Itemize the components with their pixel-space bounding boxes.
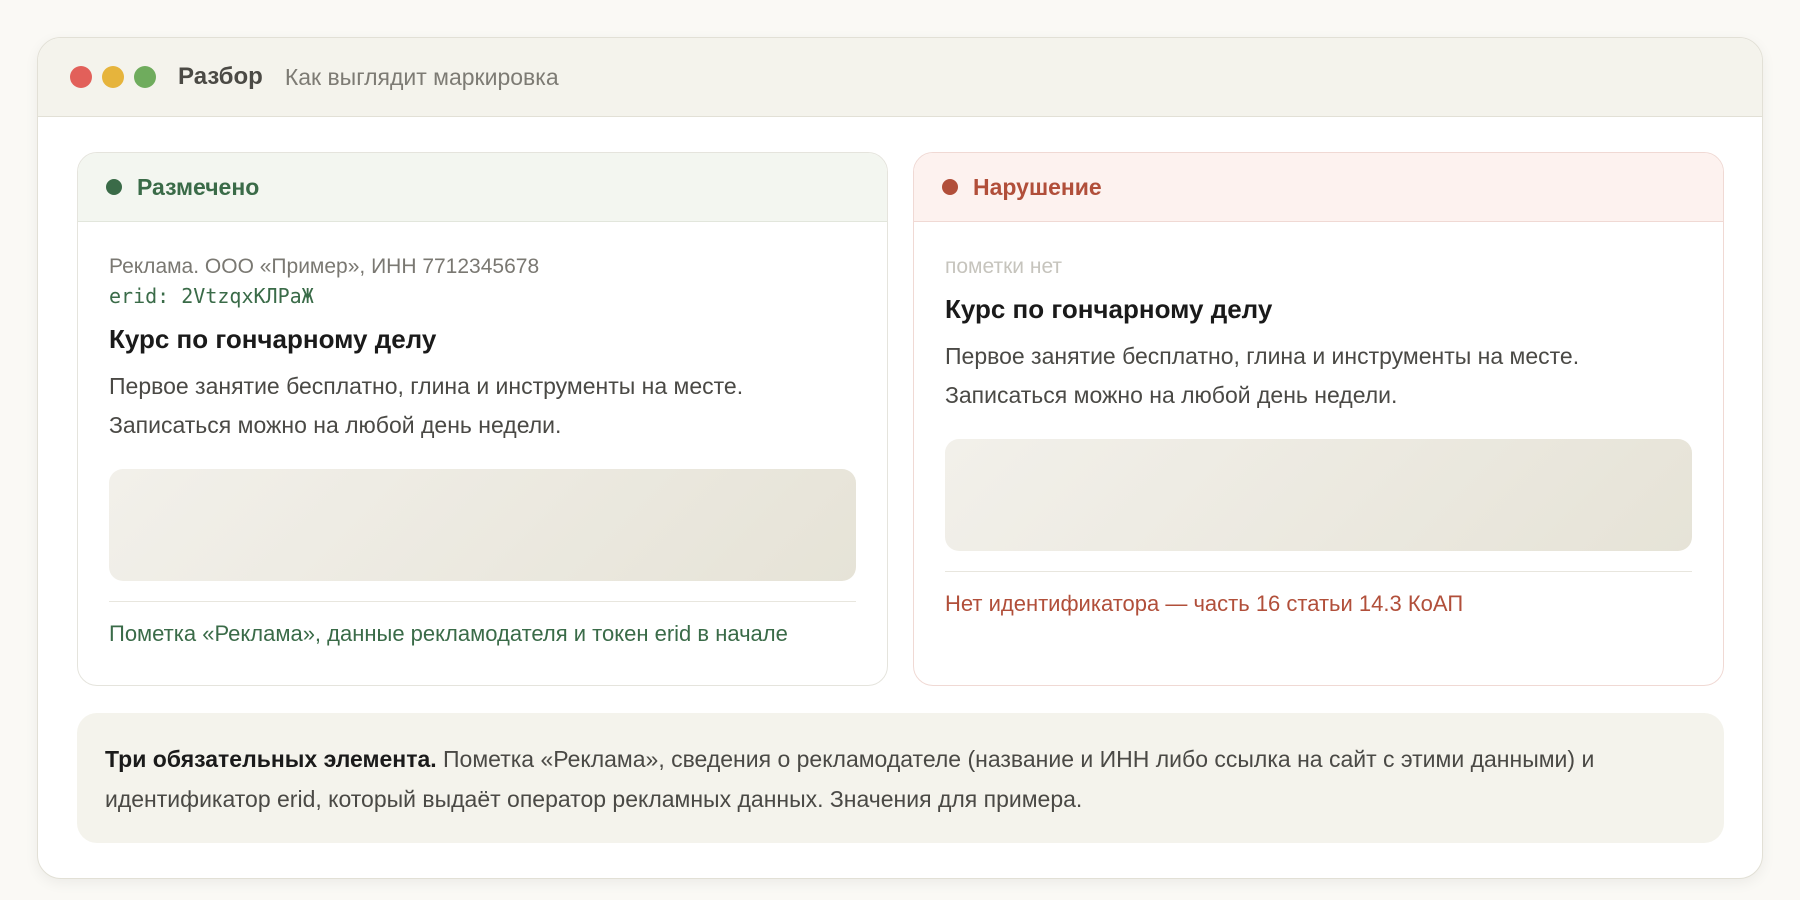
- status-label: Размечено: [137, 173, 260, 200]
- panel-note: Пометка «Реклама», данные рекламодателя …: [109, 621, 788, 646]
- image-placeholder: [109, 469, 856, 581]
- summary-lead: Три обязательных элемента.: [105, 746, 437, 772]
- erid-token: erid: 2VtzqxКЛPaЖ: [109, 284, 314, 308]
- window-title: Разбор: [178, 63, 263, 90]
- violation-example-panel: Нарушение пометки нет Курс по гончарному…: [913, 152, 1724, 686]
- status-label: Нарушение: [973, 173, 1102, 200]
- ad-text: Первое занятие бесплатно, глина и инстру…: [945, 343, 1580, 408]
- app-window: Разбор Как выглядит маркировка Размечено…: [37, 37, 1763, 879]
- close-button[interactable]: [70, 66, 92, 88]
- summary-note: Три обязательных элемента. Пометка «Рекл…: [77, 713, 1724, 843]
- panel-header: Размечено: [78, 153, 887, 222]
- window-subtitle: Как выглядит маркировка: [284, 63, 559, 90]
- missing-disclosure: пометки нет: [945, 255, 1063, 278]
- panel-body: пометки нет Курс по гончарному делу Перв…: [914, 253, 1723, 619]
- status-dot-icon: [942, 179, 958, 195]
- ad-text: Первое занятие бесплатно, глина и инстру…: [109, 373, 744, 438]
- title-bar: Разбор Как выглядит маркировка: [38, 38, 1762, 117]
- ad-title: Курс по гончарному делу: [945, 294, 1273, 324]
- image-placeholder: [945, 439, 1692, 551]
- panel-body: Реклама. ООО «Пример», ИНН 7712345678 er…: [78, 253, 887, 649]
- divider: [109, 601, 856, 602]
- minimize-button[interactable]: [102, 66, 124, 88]
- status-dot-icon: [106, 179, 122, 195]
- ad-title: Курс по гончарному делу: [109, 324, 437, 354]
- divider: [945, 571, 1692, 572]
- marked-example-panel: Размечено Реклама. ООО «Пример», ИНН 771…: [77, 152, 888, 686]
- panel-header: Нарушение: [914, 153, 1723, 222]
- ad-disclosure: Реклама. ООО «Пример», ИНН 7712345678: [109, 255, 540, 278]
- maximize-button[interactable]: [134, 66, 156, 88]
- panel-note: Нет идентификатора — часть 16 статьи 14.…: [945, 591, 1464, 616]
